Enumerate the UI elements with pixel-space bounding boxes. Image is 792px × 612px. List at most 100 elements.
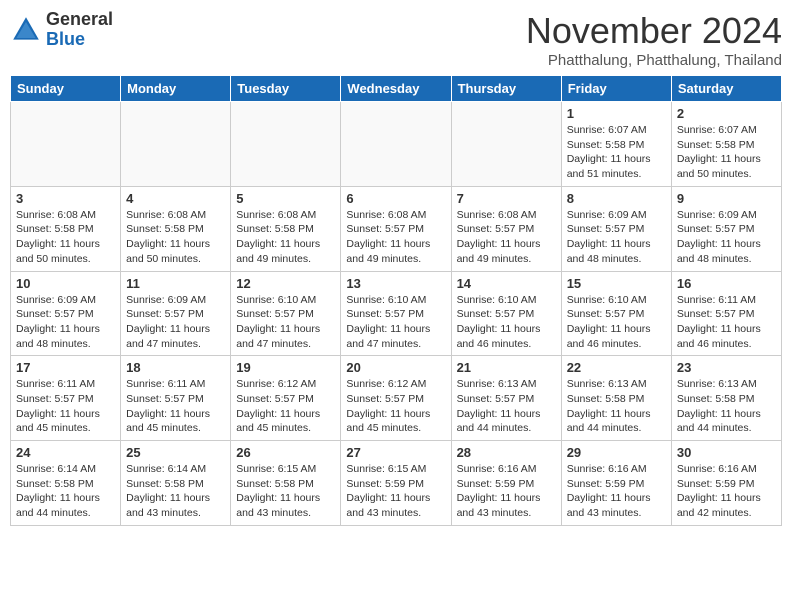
calendar-cell: 24 Sunrise: 6:14 AMSunset: 5:58 PMDayligh… (11, 441, 121, 526)
weekday-header: Tuesday (231, 76, 341, 102)
day-info: Sunrise: 6:16 AMSunset: 5:59 PMDaylight:… (567, 462, 666, 521)
day-number: 16 (677, 276, 776, 291)
calendar-subtitle: Phatthalung, Phatthalung, Thailand (526, 52, 782, 69)
calendar-week-row: 17 Sunrise: 6:11 AMSunset: 5:57 PMDayligh… (11, 356, 782, 441)
calendar-cell: 12 Sunrise: 6:10 AMSunset: 5:57 PMDayligh… (231, 271, 341, 356)
calendar-cell: 29 Sunrise: 6:16 AMSunset: 5:59 PMDayligh… (561, 441, 671, 526)
day-info: Sunrise: 6:09 AMSunset: 5:57 PMDaylight:… (16, 293, 115, 352)
calendar-cell: 30 Sunrise: 6:16 AMSunset: 5:59 PMDayligh… (671, 441, 781, 526)
title-block: November 2024 Phatthalung, Phatthalung, … (526, 10, 782, 69)
day-info: Sunrise: 6:09 AMSunset: 5:57 PMDaylight:… (677, 208, 776, 267)
day-number: 21 (457, 360, 556, 375)
day-info: Sunrise: 6:07 AMSunset: 5:58 PMDaylight:… (567, 123, 666, 182)
day-info: Sunrise: 6:16 AMSunset: 5:59 PMDaylight:… (677, 462, 776, 521)
day-info: Sunrise: 6:15 AMSunset: 5:58 PMDaylight:… (236, 462, 335, 521)
calendar-cell: 22Sunrise: 6:13 AMSunset: 5:58 PMDayligh… (561, 356, 671, 441)
calendar-week-row: 24 Sunrise: 6:14 AMSunset: 5:58 PMDayligh… (11, 441, 782, 526)
day-number: 26 (236, 445, 335, 460)
day-info: Sunrise: 6:14 AMSunset: 5:58 PMDaylight:… (16, 462, 115, 521)
day-number: 8 (567, 191, 666, 206)
calendar-cell: 10 Sunrise: 6:09 AMSunset: 5:57 PMDayligh… (11, 271, 121, 356)
calendar-cell: 16 Sunrise: 6:11 AMSunset: 5:57 PMDayligh… (671, 271, 781, 356)
day-number: 20 (346, 360, 445, 375)
day-info: Sunrise: 6:09 AMSunset: 5:57 PMDaylight:… (567, 208, 666, 267)
calendar-table: SundayMondayTuesdayWednesdayThursdayFrid… (10, 75, 782, 526)
calendar-cell: 14 Sunrise: 6:10 AMSunset: 5:57 PMDayligh… (451, 271, 561, 356)
day-info: Sunrise: 6:08 AMSunset: 5:57 PMDaylight:… (346, 208, 445, 267)
day-number: 12 (236, 276, 335, 291)
day-info: Sunrise: 6:13 AMSunset: 5:58 PMDaylight:… (567, 377, 666, 436)
calendar-week-row: 1 Sunrise: 6:07 AMSunset: 5:58 PMDaylight… (11, 102, 782, 187)
calendar-title: November 2024 (526, 10, 782, 52)
day-number: 4 (126, 191, 225, 206)
day-info: Sunrise: 6:12 AMSunset: 5:57 PMDaylight:… (346, 377, 445, 436)
calendar-cell (451, 102, 561, 187)
day-number: 18 (126, 360, 225, 375)
weekday-header: Monday (121, 76, 231, 102)
calendar-cell (231, 102, 341, 187)
day-info: Sunrise: 6:08 AMSunset: 5:58 PMDaylight:… (16, 208, 115, 267)
calendar-cell: 19 Sunrise: 6:12 AMSunset: 5:57 PMDayligh… (231, 356, 341, 441)
day-info: Sunrise: 6:11 AMSunset: 5:57 PMDaylight:… (677, 293, 776, 352)
calendar-cell (121, 102, 231, 187)
day-number: 5 (236, 191, 335, 206)
day-info: Sunrise: 6:08 AMSunset: 5:57 PMDaylight:… (457, 208, 556, 267)
calendar-cell: 20 Sunrise: 6:12 AMSunset: 5:57 PMDayligh… (341, 356, 451, 441)
day-number: 27 (346, 445, 445, 460)
calendar-cell: 3 Sunrise: 6:08 AMSunset: 5:58 PMDaylight… (11, 186, 121, 271)
calendar-cell: 25Sunrise: 6:14 AMSunset: 5:58 PMDayligh… (121, 441, 231, 526)
day-number: 6 (346, 191, 445, 206)
day-number: 13 (346, 276, 445, 291)
day-number: 28 (457, 445, 556, 460)
day-number: 23 (677, 360, 776, 375)
day-number: 11 (126, 276, 225, 291)
calendar-cell: 2Sunrise: 6:07 AMSunset: 5:58 PMDaylight… (671, 102, 781, 187)
page-header: General Blue November 2024 Phatthalung, … (10, 10, 782, 69)
day-info: Sunrise: 6:08 AMSunset: 5:58 PMDaylight:… (126, 208, 225, 267)
day-info: Sunrise: 6:12 AMSunset: 5:57 PMDaylight:… (236, 377, 335, 436)
calendar-cell: 15 Sunrise: 6:10 AMSunset: 5:57 PMDayligh… (561, 271, 671, 356)
weekday-header: Wednesday (341, 76, 451, 102)
calendar-cell (341, 102, 451, 187)
calendar-cell: 5 Sunrise: 6:08 AMSunset: 5:58 PMDaylight… (231, 186, 341, 271)
day-number: 7 (457, 191, 556, 206)
day-number: 30 (677, 445, 776, 460)
day-number: 10 (16, 276, 115, 291)
day-info: Sunrise: 6:16 AMSunset: 5:59 PMDaylight:… (457, 462, 556, 521)
day-number: 3 (16, 191, 115, 206)
day-info: Sunrise: 6:13 AMSunset: 5:57 PMDaylight:… (457, 377, 556, 436)
calendar-cell: 27Sunrise: 6:15 AMSunset: 5:59 PMDayligh… (341, 441, 451, 526)
day-number: 24 (16, 445, 115, 460)
calendar-cell: 13 Sunrise: 6:10 AMSunset: 5:57 PMDayligh… (341, 271, 451, 356)
day-number: 2 (677, 106, 776, 121)
calendar-cell: 6 Sunrise: 6:08 AMSunset: 5:57 PMDaylight… (341, 186, 451, 271)
calendar-cell: 21 Sunrise: 6:13 AMSunset: 5:57 PMDayligh… (451, 356, 561, 441)
day-info: Sunrise: 6:10 AMSunset: 5:57 PMDaylight:… (236, 293, 335, 352)
calendar-cell: 18 Sunrise: 6:11 AMSunset: 5:57 PMDayligh… (121, 356, 231, 441)
day-number: 14 (457, 276, 556, 291)
day-info: Sunrise: 6:08 AMSunset: 5:58 PMDaylight:… (236, 208, 335, 267)
day-number: 1 (567, 106, 666, 121)
day-info: Sunrise: 6:10 AMSunset: 5:57 PMDaylight:… (457, 293, 556, 352)
weekday-header: Saturday (671, 76, 781, 102)
day-number: 19 (236, 360, 335, 375)
calendar-cell: 8 Sunrise: 6:09 AMSunset: 5:57 PMDaylight… (561, 186, 671, 271)
calendar-cell: 4 Sunrise: 6:08 AMSunset: 5:58 PMDaylight… (121, 186, 231, 271)
weekday-header-row: SundayMondayTuesdayWednesdayThursdayFrid… (11, 76, 782, 102)
day-number: 15 (567, 276, 666, 291)
weekday-header: Sunday (11, 76, 121, 102)
logo: General Blue (10, 10, 113, 50)
calendar-cell (11, 102, 121, 187)
logo-icon (10, 14, 42, 46)
calendar-cell: 11Sunrise: 6:09 AMSunset: 5:57 PMDayligh… (121, 271, 231, 356)
calendar-cell: 23 Sunrise: 6:13 AMSunset: 5:58 PMDayligh… (671, 356, 781, 441)
day-info: Sunrise: 6:10 AMSunset: 5:57 PMDaylight:… (346, 293, 445, 352)
day-info: Sunrise: 6:11 AMSunset: 5:57 PMDaylight:… (126, 377, 225, 436)
day-info: Sunrise: 6:13 AMSunset: 5:58 PMDaylight:… (677, 377, 776, 436)
day-number: 17 (16, 360, 115, 375)
day-info: Sunrise: 6:10 AMSunset: 5:57 PMDaylight:… (567, 293, 666, 352)
day-number: 29 (567, 445, 666, 460)
weekday-header: Friday (561, 76, 671, 102)
calendar-cell: 28 Sunrise: 6:16 AMSunset: 5:59 PMDayligh… (451, 441, 561, 526)
calendar-cell: 17Sunrise: 6:11 AMSunset: 5:57 PMDayligh… (11, 356, 121, 441)
